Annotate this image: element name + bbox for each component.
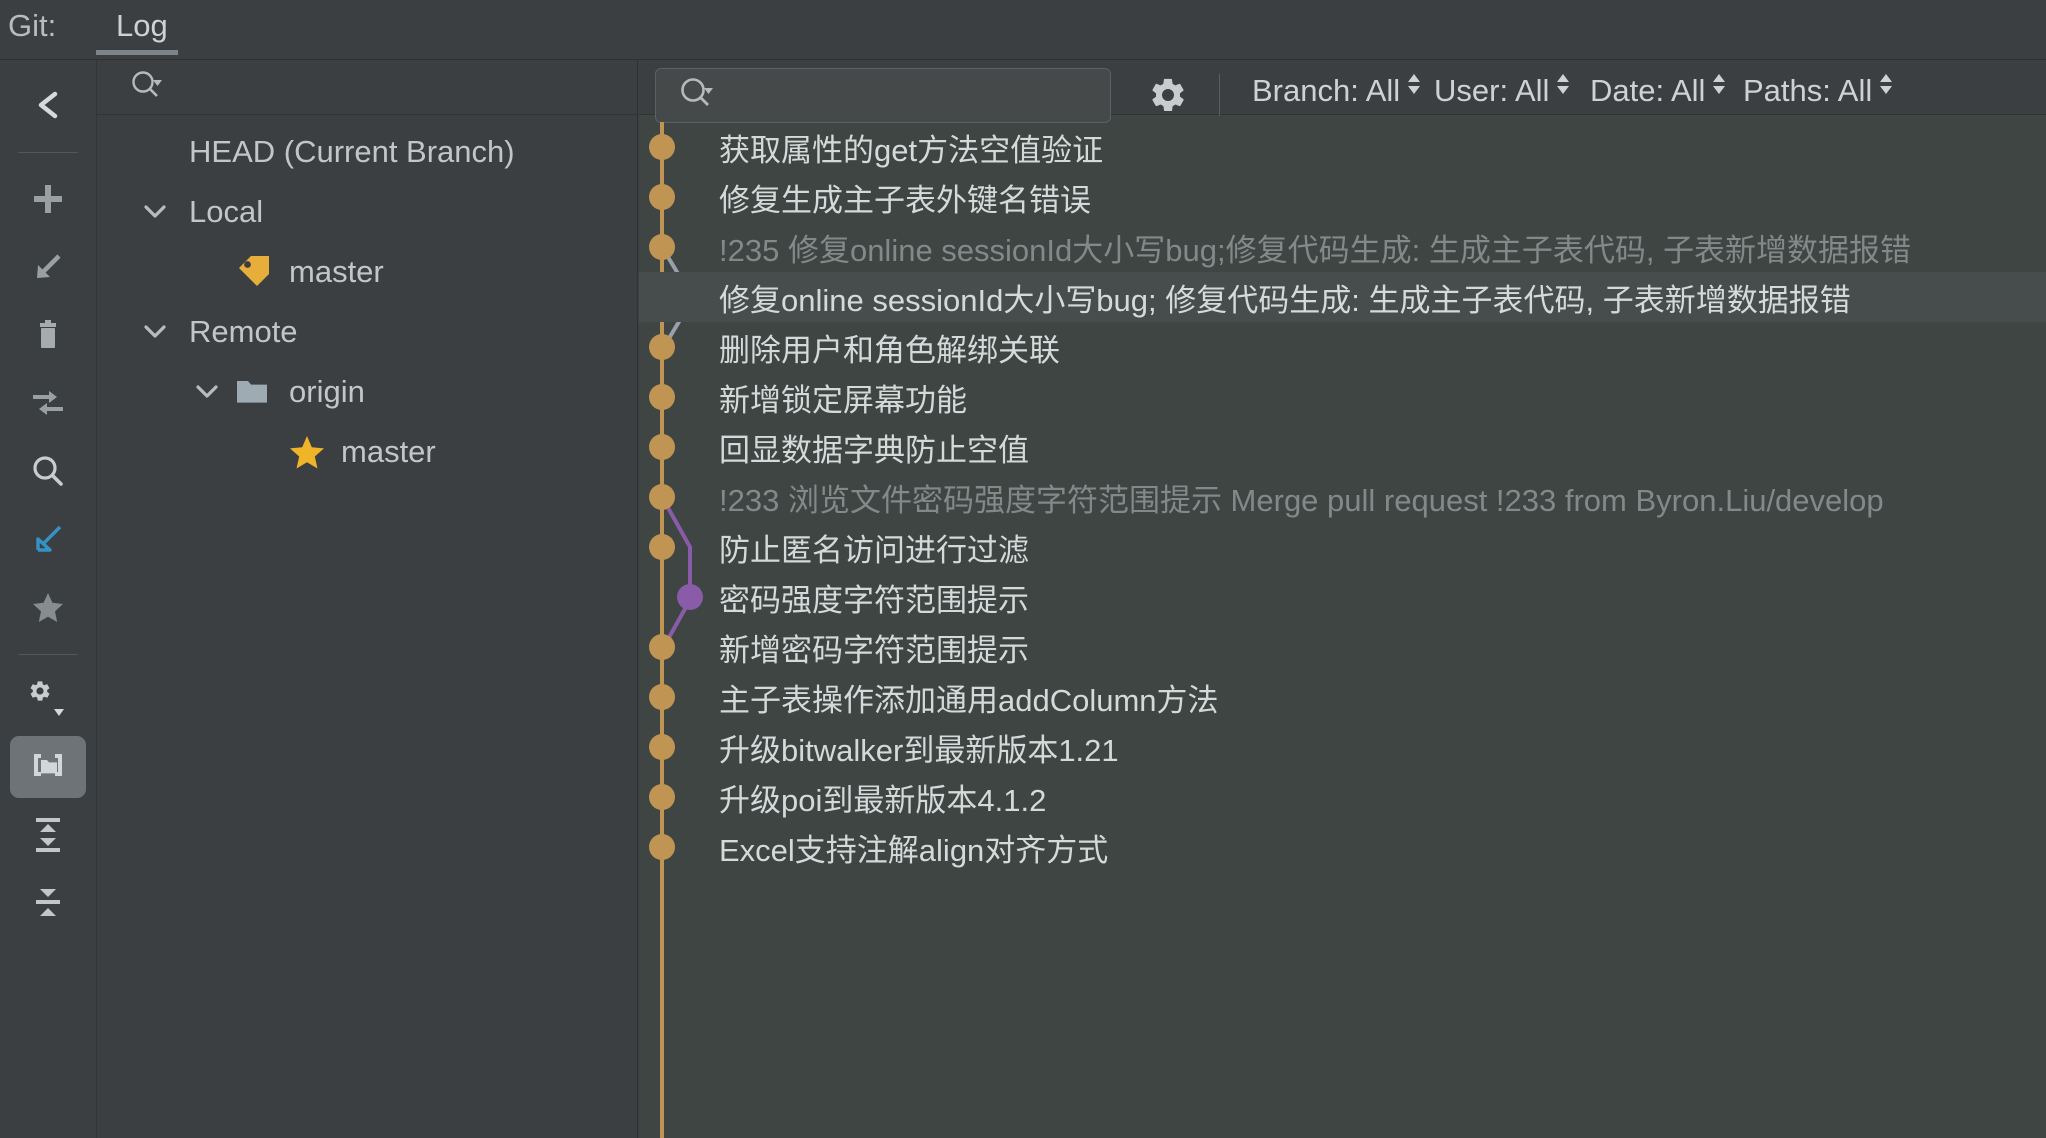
back-icon[interactable] xyxy=(10,74,86,136)
commit-message: 主子表操作添加通用addColumn方法 xyxy=(719,682,1219,718)
commit-list: 获取属性的get方法空值验证 修复生成主子表外键名错误 !235 修复online … xyxy=(639,122,2046,1138)
commit-message: 获取属性的get方法空值验证 xyxy=(719,132,1104,168)
toolbar-separator xyxy=(18,152,78,153)
commit-row[interactable]: 密码强度字符范围提示 xyxy=(639,572,2046,622)
chevron-down-icon[interactable] xyxy=(183,377,231,407)
sort-updown-icon xyxy=(1554,62,1572,124)
tree-item-label: Remote xyxy=(189,314,298,349)
commit-row[interactable]: 升级bitwalker到最新版本1.21 xyxy=(639,722,2046,772)
commit-row[interactable]: 新增锁定屏幕功能 xyxy=(639,372,2046,422)
filter-label: Branch: All xyxy=(1252,73,1401,108)
commit-message: 防止匿名访问进行过滤 xyxy=(719,532,1029,568)
tree-item-label: Local xyxy=(189,194,264,229)
filter-label: Paths: All xyxy=(1743,73,1873,108)
show-directories-icon[interactable] xyxy=(10,736,86,798)
settings-icon[interactable] xyxy=(10,668,86,730)
filter-user[interactable]: User: All xyxy=(1434,60,1572,122)
star-icon xyxy=(283,433,331,471)
checkout-icon[interactable] xyxy=(10,236,86,298)
commit-message: 升级poi到最新版本4.1.2 xyxy=(719,782,1047,818)
favorite-icon[interactable] xyxy=(10,576,86,638)
tree-item-origin[interactable]: origin xyxy=(97,362,638,422)
filter-label: Date: All xyxy=(1590,73,1706,108)
commit-message: 新增密码字符范围提示 xyxy=(719,632,1029,668)
commit-row[interactable]: Excel支持注解align对齐方式 xyxy=(639,822,2046,872)
commit-message: 修复online sessionId大小写bug; 修复代码生成: 生成主子表代… xyxy=(719,282,1851,318)
commit-row[interactable]: 升级poi到最新版本4.1.2 xyxy=(639,772,2046,822)
chevron-down-icon[interactable] xyxy=(131,317,179,347)
commit-row[interactable]: !233 浏览文件密码强度字符范围提示 Merge pull request !… xyxy=(639,472,2046,522)
commit-search-input[interactable] xyxy=(655,68,1111,123)
commit-log-panel: Branch: All User: All Date: All Paths: All … xyxy=(639,60,2046,1138)
update-icon[interactable] xyxy=(10,508,86,570)
commit-message: 密码强度字符范围提示 xyxy=(719,582,1029,618)
commit-message: Excel支持注解align对齐方式 xyxy=(719,832,1109,868)
commit-message: 升级bitwalker到最新版本1.21 xyxy=(719,732,1119,768)
filter-branch[interactable]: Branch: All xyxy=(1252,60,1423,122)
search-icon[interactable] xyxy=(10,440,86,502)
sort-updown-icon xyxy=(1710,62,1728,124)
commit-row[interactable]: 回显数据字典防止空值 xyxy=(639,422,2046,472)
sort-updown-icon xyxy=(1877,62,1895,124)
tree-item-head[interactable]: HEAD (Current Branch) xyxy=(97,122,638,182)
commit-message: 修复生成主子表外键名错误 xyxy=(719,182,1091,218)
filter-paths[interactable]: Paths: All xyxy=(1743,60,1895,122)
chevron-down-icon[interactable] xyxy=(131,197,179,227)
gear-icon[interactable] xyxy=(1139,70,1197,120)
filter-label: User: All xyxy=(1434,73,1550,108)
commit-message: !235 修复online sessionId大小写bug;修复代码生成: 生成… xyxy=(719,232,1912,268)
commit-message: 回显数据字典防止空值 xyxy=(719,432,1029,468)
tree-item-local[interactable]: Local xyxy=(97,182,638,242)
commit-row[interactable]: 防止匿名访问进行过滤 xyxy=(639,522,2046,572)
tool-window-header: Git: Log xyxy=(0,0,2046,60)
tag-icon xyxy=(231,252,279,292)
tab-active-indicator xyxy=(96,50,178,55)
branch-filter-bar[interactable] xyxy=(97,60,638,115)
tree-item-label: origin xyxy=(289,374,365,409)
search-icon xyxy=(678,75,714,116)
commit-row[interactable]: 修复生成主子表外键名错误 xyxy=(639,172,2046,222)
search-icon xyxy=(129,68,163,107)
branch-toolbar xyxy=(0,60,97,1138)
commit-row[interactable]: 删除用户和角色解绑关联 xyxy=(639,322,2046,372)
branch-sidebar: HEAD (Current Branch) Local master Remote or… xyxy=(97,60,638,1138)
tree-item-local-master[interactable]: master xyxy=(97,242,638,302)
collapse-all-icon[interactable] xyxy=(10,872,86,934)
tree-item-origin-master[interactable]: master xyxy=(97,422,638,482)
filter-date[interactable]: Date: All xyxy=(1590,60,1728,122)
commit-message: 删除用户和角色解绑关联 xyxy=(719,332,1060,368)
sort-updown-icon xyxy=(1405,62,1423,124)
commit-row[interactable]: 修复online sessionId大小写bug; 修复代码生成: 生成主子表代… xyxy=(639,272,2046,322)
merge-icon[interactable] xyxy=(10,372,86,434)
toolbar-separator xyxy=(18,654,78,655)
tool-window-label: Git: xyxy=(8,8,57,43)
commit-message: 新增锁定屏幕功能 xyxy=(719,382,967,418)
tree-item-label: master xyxy=(341,434,436,469)
commit-row[interactable]: 主子表操作添加通用addColumn方法 xyxy=(639,672,2046,722)
folder-icon xyxy=(231,375,279,409)
add-icon[interactable] xyxy=(10,168,86,230)
toolbar-separator xyxy=(1219,74,1220,116)
expand-all-icon[interactable] xyxy=(10,804,86,866)
commit-row[interactable]: 新增密码字符范围提示 xyxy=(639,622,2046,672)
commit-message: !233 浏览文件密码强度字符范围提示 Merge pull request !… xyxy=(719,482,1884,518)
tree-item-remote[interactable]: Remote xyxy=(97,302,638,362)
tree-item-label: HEAD (Current Branch) xyxy=(189,134,515,169)
commit-filter-toolbar: Branch: All User: All Date: All Paths: All xyxy=(639,60,2046,123)
tree-item-label: master xyxy=(289,254,384,289)
delete-icon[interactable] xyxy=(10,304,86,366)
commit-row[interactable]: !235 修复online sessionId大小写bug;修复代码生成: 生成… xyxy=(639,222,2046,272)
tab-log[interactable]: Log xyxy=(96,0,188,52)
commit-row[interactable]: 获取属性的get方法空值验证 xyxy=(639,122,2046,172)
